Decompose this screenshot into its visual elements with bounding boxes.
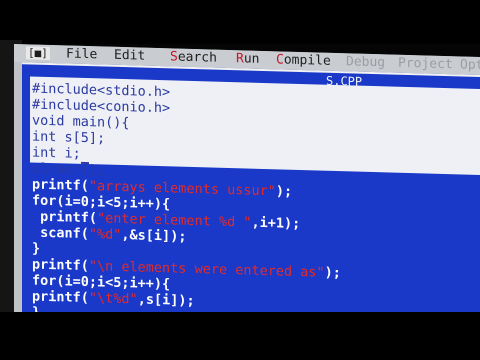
system-menu-button[interactable]: [■] xyxy=(26,46,50,61)
code-line-cursor[interactable]: int i; xyxy=(32,145,89,165)
monitor: [■] File Edit Search Run Compile Debug P… xyxy=(0,0,480,360)
menu-edit[interactable]: Edit xyxy=(114,47,145,66)
monitor-bezel-bottom xyxy=(0,312,480,360)
menu-run[interactable]: Run xyxy=(236,50,259,69)
menu-search[interactable]: Search xyxy=(170,48,217,67)
menu-file[interactable]: File xyxy=(66,45,97,64)
menu-compile[interactable]: Compile xyxy=(276,51,331,71)
menu-project[interactable]: Project xyxy=(398,55,453,75)
menu-debug[interactable]: Debug xyxy=(346,53,385,72)
code-line-selected[interactable]: } xyxy=(32,241,40,257)
editor-window[interactable]: S.CPP #include<stdio.h> #include<conio.h… xyxy=(22,62,480,326)
menu-options[interactable]: Opt xyxy=(460,56,480,75)
code-line-selected[interactable]: printf("\t%d",s[i]); xyxy=(32,289,195,310)
turbo-c-screen: [■] File Edit Search Run Compile Debug P… xyxy=(14,44,480,326)
monitor-bezel-top xyxy=(0,0,480,44)
code-line-selected[interactable]: scanf("%d",&s[i]); xyxy=(32,225,186,245)
